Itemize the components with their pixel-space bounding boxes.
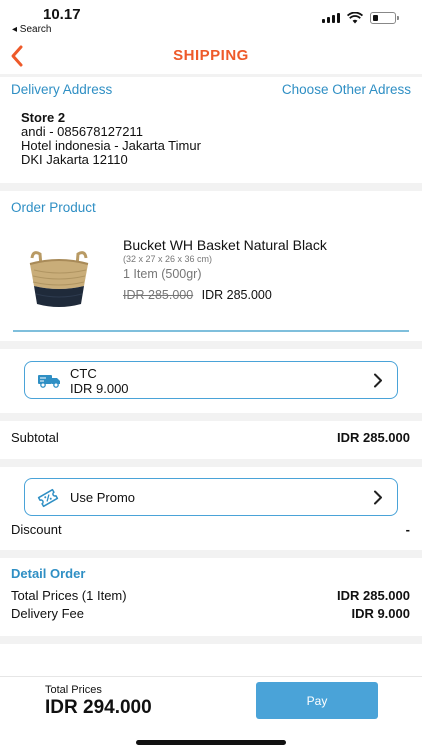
divider [0,413,422,421]
product-quantity: 1 Item (500gr) [123,267,202,281]
choose-other-address-link[interactable]: Choose Other Adress [282,82,411,97]
nav-header: SHIPPING [0,40,422,74]
page-title: SHIPPING [173,47,249,64]
status-icons [322,12,399,24]
contact-info: andi - 085678127211 [21,124,143,139]
product-original-price: IDR 285.000 [123,288,194,302]
discount-value: - [405,522,410,537]
detail-order-label: Detail Order [11,566,86,581]
product-name: Bucket WH Basket Natural Black [123,237,327,253]
courier-selector[interactable]: CTC IDR 9.000 [24,361,398,399]
chevron-right-icon [374,373,382,388]
battery-icon [370,12,399,24]
subtotal-value: IDR 285.000 [337,430,410,445]
order-product-label: Order Product [11,200,96,215]
delivery-fee-value: IDR 9.000 [351,606,410,621]
divider [0,183,422,191]
product-price: IDR 285.000 [201,288,272,302]
delivery-fee-label: Delivery Fee [11,606,84,621]
courier-cost: IDR 9.000 [70,381,129,396]
divider [0,636,422,644]
total-prices-items-value: IDR 285.000 [337,588,410,603]
pay-button[interactable]: Pay [256,682,378,719]
product-divider-line [13,330,409,332]
use-promo-button[interactable]: Use Promo [24,478,398,516]
chevron-right-icon [374,490,382,505]
footer-total-label: Total Prices [45,684,102,696]
checkout-bar: Total Prices IDR 294.000 Pay [0,676,422,750]
use-promo-label: Use Promo [70,490,136,505]
delivery-address-label: Delivery Address [11,82,113,97]
divider [0,550,422,558]
product-basket-image [29,251,89,307]
store-name: Store 2 [21,110,66,125]
divider [0,74,422,77]
wifi-icon [347,12,363,24]
discount-label: Discount [11,522,62,537]
cellular-signal-icon [322,13,340,23]
home-indicator[interactable] [136,740,286,745]
product-dimensions: (32 x 27 x 26 x 36 cm) [123,254,213,264]
delivery-truck-icon [38,375,60,388]
total-prices-items-label: Total Prices (1 Item) [11,588,127,603]
status-time: 10.17 [43,6,81,23]
status-bar: 10.17 ◂ Search [0,0,422,40]
divider [0,459,422,467]
status-back-to-app[interactable]: ◂ Search [12,24,51,35]
promo-ticket-icon [37,488,59,508]
courier-name: CTC [70,366,97,381]
address-line-2: DKI Jakarta 12110 [21,152,128,167]
product-price-row: IDR 285.000 IDR 285.000 [123,286,272,304]
subtotal-label: Subtotal [11,430,59,445]
footer-total-value: IDR 294.000 [45,697,152,718]
address-line-1: Hotel indonesia - Jakarta Timur [21,138,201,153]
divider [0,341,422,349]
